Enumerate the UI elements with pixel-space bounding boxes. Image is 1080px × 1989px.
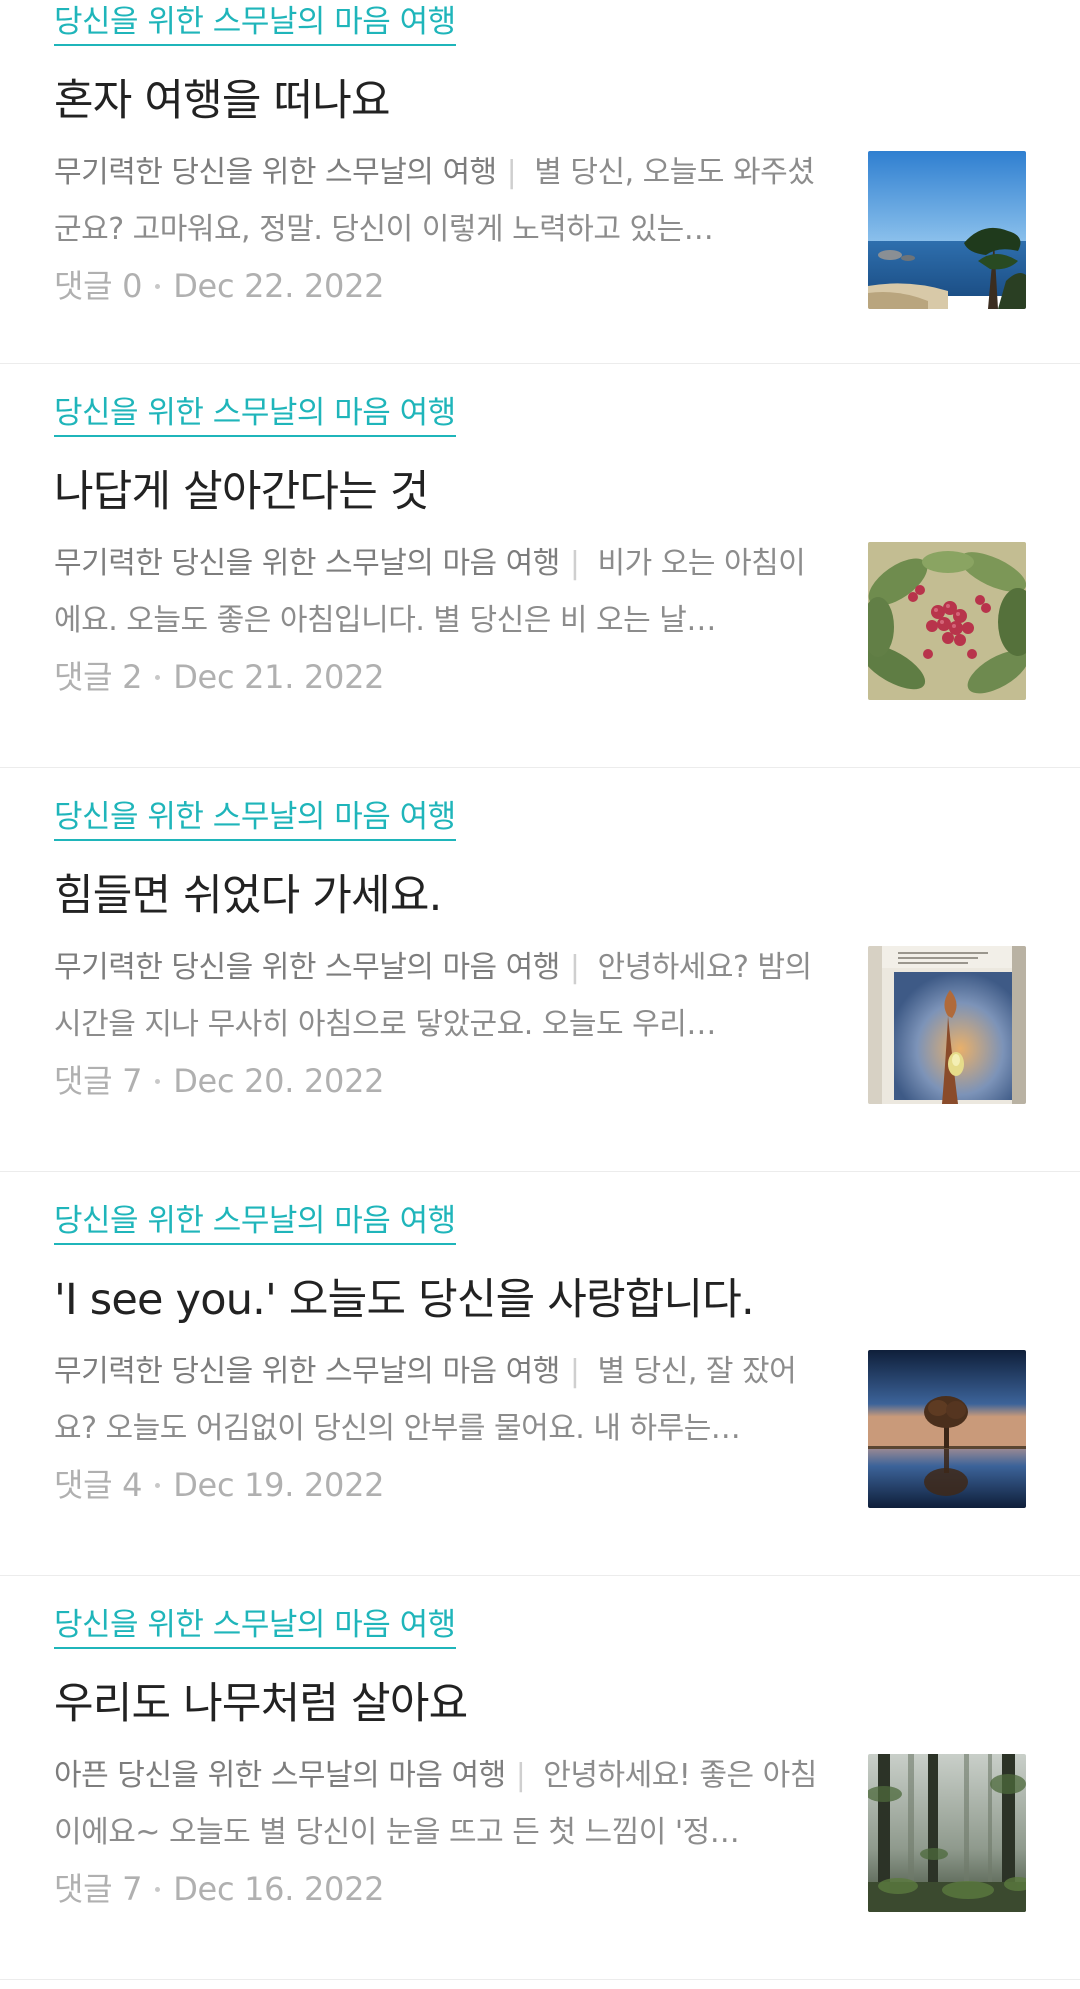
post-card[interactable]: 당신을 위한 스무날의 마음 여행 우리도 나무처럼 살아요 아픈 당신을 위한… (0, 1576, 1080, 1980)
post-date: Dec 21. 2022 (173, 658, 385, 696)
post-card[interactable]: 당신을 위한 스무날의 마음 여행 나답게 살아간다는 것 무기력한 당신을 위… (0, 364, 1080, 768)
comments-count: 7 (122, 1870, 143, 1908)
post-category-link[interactable]: 당신을 위한 스무날의 마음 여행 (54, 391, 456, 437)
summary-separator: | (506, 155, 517, 190)
post-summary[interactable]: 무기력한 당신을 위한 스무날의 마음 여행 | 비가 오는 아침이에요. 오늘도 … (54, 535, 829, 649)
post-card[interactable]: 당신을 위한 스무날의 마음 여행 힘들면 쉬었다 가세요. 무기력한 당신을 … (0, 768, 1080, 1172)
post-meta: 댓글 7 Dec 16. 2022 (54, 1866, 385, 1912)
post-card[interactable]: 당신을 위한 스무날의 마음 여행 혼자 여행을 떠나요 무기력한 당신을 위한… (0, 0, 1080, 364)
summary-series-name: 무기력한 당신을 위한 스무날의 마음 여행 (54, 1354, 560, 1389)
comments-count: 0 (122, 267, 143, 305)
post-date: Dec 19. 2022 (173, 1466, 385, 1504)
post-date: Dec 16. 2022 (173, 1870, 385, 1908)
summary-separator: | (569, 1354, 580, 1389)
comments-label: 댓글 (54, 658, 113, 696)
post-category-link[interactable]: 당신을 위한 스무날의 마음 여행 (54, 1603, 456, 1649)
meta-dot-separator (155, 283, 161, 289)
red-berries-leaves-photo[interactable] (868, 542, 1026, 700)
thumbnail-image (868, 1350, 1026, 1508)
comments-label: 댓글 (54, 1062, 113, 1100)
post-title[interactable]: 우리도 나무처럼 살아요 (54, 1676, 814, 1732)
post-title[interactable]: 힘들면 쉬었다 가세요. (54, 868, 814, 924)
summary-separator: | (569, 950, 580, 985)
post-meta: 댓글 7 Dec 20. 2022 (54, 1058, 385, 1104)
meta-dot-separator (155, 1886, 161, 1892)
post-category-link[interactable]: 당신을 위한 스무날의 마음 여행 (54, 0, 456, 46)
thumbnail-image (868, 151, 1026, 309)
thumbnail-image (868, 1754, 1026, 1912)
post-date: Dec 20. 2022 (173, 1062, 385, 1100)
post-title[interactable]: 나답게 살아간다는 것 (54, 464, 814, 520)
post-feed: 당신을 위한 스무날의 마음 여행 혼자 여행을 떠나요 무기력한 당신을 위한… (0, 0, 1080, 1980)
post-title[interactable]: 'I see you.' 오늘도 당신을 사랑합니다. (54, 1272, 814, 1328)
meta-dot-separator (155, 1482, 161, 1488)
thumbnail-image (868, 542, 1026, 700)
comments-count: 7 (122, 1062, 143, 1100)
comments-label: 댓글 (54, 1870, 113, 1908)
post-category-link[interactable]: 당신을 위한 스무날의 마음 여행 (54, 1199, 456, 1245)
post-summary[interactable]: 무기력한 당신을 위한 스무날의 마음 여행 | 안녕하세요? 밤의 시간을 지나 … (54, 939, 829, 1053)
summary-series-name: 무기력한 당신을 위한 스무날의 마음 여행 (54, 950, 560, 985)
summary-series-name: 무기력한 당신을 위한 스무날의 마음 여행 (54, 546, 560, 581)
meta-dot-separator (155, 1078, 161, 1084)
post-date: Dec 22. 2022 (173, 267, 385, 305)
lone-tree-reflection-photo[interactable] (868, 1350, 1026, 1508)
book-page-bud-photo[interactable] (868, 946, 1026, 1104)
post-meta: 댓글 4 Dec 19. 2022 (54, 1462, 385, 1508)
post-card[interactable]: 당신을 위한 스무날의 마음 여행 'I see you.' 오늘도 당신을 사… (0, 1172, 1080, 1576)
post-meta: 댓글 2 Dec 21. 2022 (54, 654, 385, 700)
post-category-link[interactable]: 당신을 위한 스무날의 마음 여행 (54, 795, 456, 841)
comments-label: 댓글 (54, 1466, 113, 1504)
post-meta: 댓글 0 Dec 22. 2022 (54, 263, 385, 309)
post-title[interactable]: 혼자 여행을 떠나요 (54, 73, 814, 129)
comments-count: 4 (122, 1466, 143, 1504)
post-summary[interactable]: 무기력한 당신을 위한 스무날의 마음 여행 | 별 당신, 잘 잤어요? 오늘도 … (54, 1343, 829, 1457)
summary-separator: | (569, 546, 580, 581)
seaside-coast-photo[interactable] (868, 151, 1026, 309)
meta-dot-separator (155, 674, 161, 680)
summary-series-name: 아픈 당신을 위한 스무날의 마음 여행 (54, 1758, 506, 1793)
thumbnail-image (868, 946, 1026, 1104)
post-summary[interactable]: 무기력한 당신을 위한 스무날의 여행 | 별 당신, 오늘도 와주셨군요? 고마워… (54, 144, 829, 258)
comments-label: 댓글 (54, 267, 113, 305)
summary-series-name: 무기력한 당신을 위한 스무날의 여행 (54, 155, 497, 190)
summary-separator: | (515, 1758, 526, 1793)
comments-count: 2 (122, 658, 143, 696)
post-summary[interactable]: 아픈 당신을 위한 스무날의 마음 여행 | 안녕하세요! 좋은 아침이에요~ 오늘… (54, 1747, 829, 1861)
misty-forest-photo[interactable] (868, 1754, 1026, 1912)
